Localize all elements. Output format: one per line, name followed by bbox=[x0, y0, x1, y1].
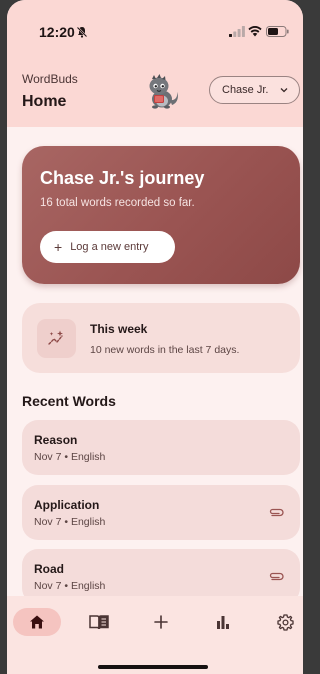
week-subtitle: 10 new words in the last 7 days. bbox=[90, 344, 240, 356]
bell-muted-icon bbox=[76, 26, 88, 38]
status-time: 12:20 bbox=[39, 24, 75, 40]
nav-stats[interactable] bbox=[199, 608, 247, 636]
nav-words[interactable] bbox=[75, 608, 123, 636]
home-icon bbox=[30, 615, 44, 629]
plus-icon bbox=[154, 615, 168, 629]
dinosaur-mascot-icon bbox=[149, 74, 178, 109]
header: 12:20 WordBuds Home Chase Jr. bbox=[7, 0, 303, 127]
phone-screen: 12:20 WordBuds Home Chase Jr. Chase Jr.'… bbox=[7, 0, 303, 674]
bar-chart-icon bbox=[217, 616, 229, 629]
nav-home[interactable] bbox=[13, 608, 61, 636]
word-meta: Nov 7 • English bbox=[34, 451, 106, 463]
sparkle-trend-icon bbox=[37, 319, 76, 358]
this-week-card[interactable]: This week 10 new words in the last 7 day… bbox=[22, 303, 300, 373]
word-name: Reason bbox=[34, 433, 78, 447]
user-select-label: Chase Jr. bbox=[222, 84, 269, 96]
status-bar: 12:20 bbox=[7, 0, 303, 58]
word-meta: Nov 7 • English bbox=[34, 516, 106, 528]
recent-words-heading: Recent Words bbox=[22, 393, 116, 409]
log-new-entry-button[interactable]: + Log a new entry bbox=[40, 231, 175, 263]
word-name: Road bbox=[34, 562, 64, 576]
journey-card: Chase Jr.'s journey 16 total words recor… bbox=[22, 146, 300, 284]
nav-add[interactable] bbox=[137, 608, 185, 636]
bottom-navigation bbox=[7, 596, 303, 674]
journey-subtitle: 16 total words recorded so far. bbox=[40, 197, 195, 209]
word-card[interactable]: Reason Nov 7 • English bbox=[22, 420, 300, 475]
signal-icon bbox=[229, 26, 245, 37]
week-title: This week bbox=[90, 322, 148, 336]
word-card[interactable]: Application Nov 7 • English bbox=[22, 485, 300, 540]
user-select-dropdown[interactable]: Chase Jr. bbox=[209, 76, 300, 104]
word-meta: Nov 7 • English bbox=[34, 580, 106, 592]
chevron-down-icon bbox=[280, 88, 288, 93]
word-name: Application bbox=[34, 498, 100, 512]
plus-icon: + bbox=[54, 239, 63, 255]
gear-icon bbox=[276, 613, 294, 631]
log-new-entry-label: Log a new entry bbox=[70, 241, 149, 253]
attachment-icon bbox=[269, 508, 284, 517]
attachment-icon bbox=[269, 572, 284, 581]
app-name: WordBuds bbox=[22, 72, 78, 86]
battery-icon bbox=[266, 26, 289, 37]
page-title: Home bbox=[22, 93, 67, 110]
wifi-icon bbox=[248, 26, 262, 37]
home-indicator bbox=[98, 665, 208, 669]
book-icon bbox=[89, 615, 109, 630]
journey-title: Chase Jr.'s journey bbox=[40, 168, 205, 188]
nav-settings[interactable] bbox=[261, 608, 303, 636]
